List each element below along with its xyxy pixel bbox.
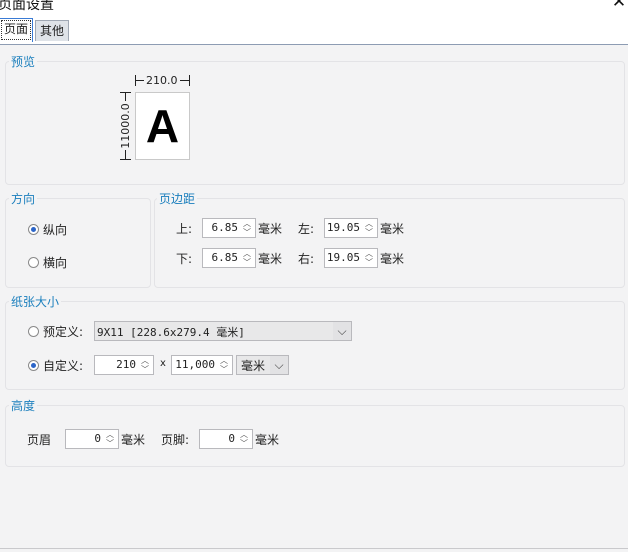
unit-select[interactable]: 毫米 ⌵ xyxy=(236,355,289,375)
chevron-down-icon[interactable]: ⌵ xyxy=(270,356,288,374)
margin-left-label: 左: xyxy=(298,222,315,236)
spin-down-icon[interactable]: ﹀ xyxy=(138,366,152,374)
predefined-size-select[interactable]: 9X11 [228.6x279.4 毫米] ⌵ xyxy=(94,321,352,341)
spin-down-icon[interactable]: ﹀ xyxy=(103,440,117,448)
margin-top-unit: 毫米 xyxy=(258,222,283,236)
margin-top-spinner[interactable]: 6.85 ︿ ﹀ xyxy=(202,218,256,238)
margin-right-spinner[interactable]: 19.05 ︿ ﹀ xyxy=(324,248,378,268)
spin-up-icon[interactable]: ︿ xyxy=(240,220,254,228)
landscape-label[interactable]: 横向 xyxy=(43,254,67,271)
header-label: 页眉 xyxy=(27,433,52,447)
preview-legend: 预览 xyxy=(9,53,38,70)
margin-right-value: 19.05 xyxy=(326,251,360,264)
custom-width-spinner[interactable]: 210 ︿ ﹀ xyxy=(94,355,154,375)
predefined-size-value: 9X11 [228.6x279.4 毫米] xyxy=(97,326,245,339)
spin-down-icon[interactable]: ﹀ xyxy=(217,366,231,374)
width-dim-line-left xyxy=(136,80,144,81)
margins-legend: 页边距 xyxy=(157,190,198,207)
bottom-divider xyxy=(0,548,628,549)
margin-bottom-unit: 毫米 xyxy=(258,252,283,266)
portrait-radio[interactable] xyxy=(28,224,39,235)
predefined-label[interactable]: 预定义: xyxy=(43,323,83,340)
margin-top-label: 上: xyxy=(176,222,193,236)
margins-group xyxy=(154,198,625,288)
margin-left-unit: 毫米 xyxy=(380,222,405,236)
paper-size-group xyxy=(5,301,625,390)
spin-up-icon[interactable]: ︿ xyxy=(240,250,254,258)
preview-group xyxy=(5,61,625,185)
margin-right-unit: 毫米 xyxy=(380,252,405,266)
custom-radio[interactable] xyxy=(28,360,39,371)
unit-select-value: 毫米 xyxy=(241,359,266,373)
custom-width-value: 210 xyxy=(116,358,136,371)
footer-unit: 毫米 xyxy=(255,433,280,447)
custom-height-value: 11,000 xyxy=(175,358,215,371)
margin-bottom-value: 6.85 xyxy=(211,251,239,264)
spin-down-icon[interactable]: ﹀ xyxy=(237,440,251,448)
spin-up-icon[interactable]: ︿ xyxy=(217,357,231,365)
preview-letter: A xyxy=(145,100,180,152)
spin-up-icon[interactable]: ︿ xyxy=(362,220,376,228)
predefined-radio[interactable] xyxy=(28,326,39,337)
preview-height-label: 11000.0 xyxy=(119,103,132,149)
close-button[interactable]: ✕ xyxy=(610,0,628,11)
header-height-value: 0 xyxy=(94,432,101,445)
landscape-radio[interactable] xyxy=(28,257,39,268)
height-legend: 高度 xyxy=(9,397,38,414)
margin-bottom-label: 下: xyxy=(176,252,193,266)
paper-size-legend: 纸张大小 xyxy=(9,293,62,310)
margin-top-value: 6.85 xyxy=(211,221,239,234)
margin-left-value: 19.05 xyxy=(326,221,360,234)
tab-other[interactable]: 其他 xyxy=(35,20,70,41)
margin-bottom-spinner[interactable]: 6.85 ︿ ﹀ xyxy=(202,248,256,268)
title-bar: 页面设置 ✕ xyxy=(0,0,628,14)
custom-label[interactable]: 自定义: xyxy=(43,357,83,374)
header-height-spinner[interactable]: 0 ︿ ﹀ xyxy=(65,429,119,449)
spin-up-icon[interactable]: ︿ xyxy=(362,250,376,258)
preview-paper: A xyxy=(135,92,190,160)
width-dim-line-right xyxy=(180,80,189,81)
margin-left-spinner[interactable]: 19.05 ︿ ﹀ xyxy=(324,218,378,238)
margin-right-label: 右: xyxy=(298,252,315,266)
window-title: 页面设置 xyxy=(0,0,54,13)
spin-up-icon[interactable]: ︿ xyxy=(138,357,152,365)
spin-down-icon[interactable]: ﹀ xyxy=(362,229,376,237)
spin-up-icon[interactable]: ︿ xyxy=(103,431,117,439)
portrait-label[interactable]: 纵向 xyxy=(43,221,67,238)
spin-down-icon[interactable]: ﹀ xyxy=(240,229,254,237)
chevron-down-icon[interactable]: ⌵ xyxy=(333,322,351,340)
footer-height-value: 0 xyxy=(228,432,235,445)
width-dim-end-tick xyxy=(189,75,190,86)
tab-strip: 页面 其他 xyxy=(0,14,628,45)
tab-page[interactable]: 页面 xyxy=(0,18,34,42)
footer-label: 页脚: xyxy=(161,433,190,447)
spin-down-icon[interactable]: ﹀ xyxy=(240,259,254,267)
spin-up-icon[interactable]: ︿ xyxy=(237,431,251,439)
spin-down-icon[interactable]: ﹀ xyxy=(362,259,376,267)
height-dim-end-tick xyxy=(120,159,131,160)
header-unit: 毫米 xyxy=(121,433,146,447)
times-sign: x xyxy=(160,358,166,369)
orientation-legend: 方向 xyxy=(9,190,38,207)
custom-height-spinner[interactable]: 11,000 ︿ ﹀ xyxy=(171,355,233,375)
footer-height-spinner[interactable]: 0 ︿ ﹀ xyxy=(199,429,253,449)
orientation-group xyxy=(5,198,151,288)
preview-width-label: 210.0 xyxy=(146,74,178,87)
